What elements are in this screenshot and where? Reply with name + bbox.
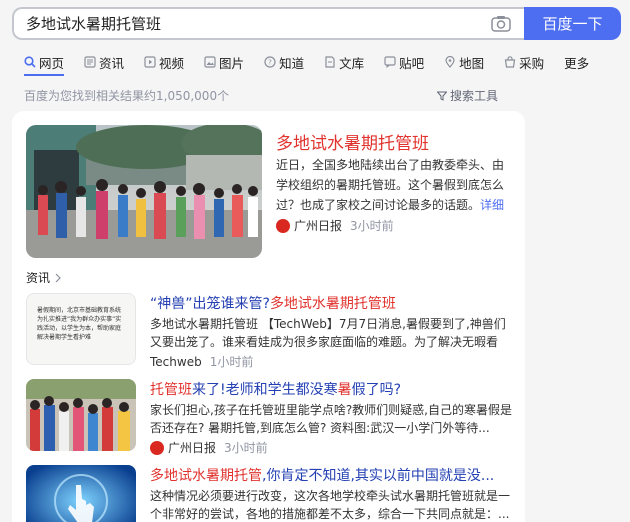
tab-wenku[interactable]: 文库 — [324, 52, 364, 72]
tab-more[interactable]: 更多 — [564, 52, 589, 72]
news-item: 托管班来了!老师和学生都没寒暑假了吗? 家长们担心,孩子在托管班里能学点啥?教师… — [26, 379, 516, 459]
title-highlight: 暑 — [337, 382, 352, 398]
question-icon: ? — [264, 56, 276, 68]
title-highlight: 多地试水暑期托管 — [150, 468, 262, 484]
result-count: 百度为您找到相关结果约1,050,000个 — [24, 89, 230, 103]
news-description: 家长们担心,孩子在托管班里能学点啥?教师们则疑惑,自己的寒暑假是否还存在? 暑期… — [150, 403, 512, 435]
tab-zhidao[interactable]: ? 知道 — [264, 52, 304, 72]
news-item: 多地试水暑期托管,你肯定不知道,其实以前中国就是没... 这种情况必须要进行改变… — [26, 465, 516, 522]
filter-icon — [437, 91, 447, 101]
tab-tieba[interactable]: 贴吧 — [384, 52, 424, 72]
source-time: 1小时前 — [209, 355, 254, 369]
section-label: 资讯 — [26, 271, 51, 285]
news-thumbnail[interactable] — [26, 379, 136, 451]
featured-desc-text: 近日，全国多地陆续出台了由教委牵头、由学校组织的暑期托管班。这个暑假到底怎么过？… — [276, 158, 505, 212]
tab-map[interactable]: 地图 — [444, 52, 484, 72]
active-tab-indicator — [24, 74, 64, 76]
source-time: 3小时前 — [350, 219, 394, 233]
search-tools-button[interactable]: 搜索工具 — [437, 87, 498, 104]
source-time: 3小时前 — [224, 441, 268, 455]
featured-source: 广州日报 3小时前 — [276, 217, 394, 234]
featured-title-link[interactable]: 多地试水暑期托管班 — [276, 129, 429, 154]
source-name[interactable]: Techweb — [150, 355, 202, 369]
forum-icon — [384, 56, 396, 68]
featured-image[interactable] — [26, 125, 262, 258]
news-icon — [84, 56, 96, 68]
title-part: 来了!老师和学生都没寒 — [192, 382, 338, 398]
street-photo-illustration — [26, 125, 262, 258]
source-name[interactable]: 广州日报 — [294, 217, 342, 234]
news-description: 这种情况必须要进行改变，这次各地学校牵头试水暑期托管班就是一个非常好的尝试，各地… — [150, 489, 511, 521]
tab-label: 知道 — [279, 55, 305, 71]
title-part: “神兽”出笼谁来管? — [150, 296, 270, 312]
search-tools-label: 搜索工具 — [450, 89, 499, 103]
tab-label: 资讯 — [99, 55, 125, 71]
news-description: 多地试水暑期托管班 【TechWeb】7月7日消息,暑假要到了,神兽们又要出笼了… — [150, 317, 506, 349]
news-thumbnail[interactable]: 暑假期间，北京市基础教育系统为扎实推进“我为群众办实事”实践活动，以学生为本，帮… — [26, 293, 136, 365]
camera-icon[interactable] — [491, 15, 511, 32]
news-section-link[interactable]: 资讯 — [26, 269, 62, 286]
search-icon — [24, 56, 36, 68]
news-results-card: 多地试水暑期托管班 近日，全国多地陆续出台了由教委牵头、由学校组织的暑期托管班。… — [12, 111, 525, 522]
tab-images[interactable]: 图片 — [204, 52, 244, 72]
title-highlight: 多地试水暑期托管班 — [269, 296, 396, 312]
tab-label: 视频 — [159, 55, 185, 71]
search-input[interactable] — [12, 7, 527, 40]
crowd-photo-illustration — [26, 379, 136, 451]
news-title-link[interactable]: “神兽”出笼谁来管?多地试水暑期托管班 — [150, 293, 396, 313]
tab-video[interactable]: 视频 — [144, 52, 184, 72]
news-source: 广州日报 3小时前 — [150, 439, 268, 456]
title-part: ,你肯定不知道,其实以前中国就是没... — [262, 468, 495, 484]
news-source: Techweb 1小时前 — [150, 353, 253, 370]
map-pin-icon — [445, 56, 455, 68]
document-icon — [325, 56, 335, 68]
svg-text:?: ? — [268, 59, 272, 67]
title-part: 假了吗? — [351, 382, 402, 398]
source-logo-icon — [276, 218, 290, 233]
tab-label: 更多 — [564, 55, 590, 71]
source-name[interactable]: 广州日报 — [168, 439, 216, 456]
news-item: 暑假期间，北京市基础教育系统为扎实推进“我为群众办实事”实践活动，以学生为本，帮… — [26, 293, 516, 373]
tab-label: 地图 — [459, 55, 485, 71]
search-tabs: 网页 资讯 视频 图片 ? 知道 文库 贴吧 地图 采购 更多 — [24, 52, 609, 72]
tab-news[interactable]: 资讯 — [84, 52, 124, 72]
tab-label: 采购 — [519, 55, 545, 71]
news-title-link[interactable]: 多地试水暑期托管,你肯定不知道,其实以前中国就是没... — [150, 465, 494, 485]
thumbnail-text: 暑假期间，北京市基础教育系统为扎实推进“我为群众办实事”实践活动，以学生为本，帮… — [37, 307, 122, 341]
chevron-right-icon — [55, 273, 61, 282]
source-logo-icon — [150, 440, 164, 455]
tab-label: 文库 — [339, 55, 365, 71]
title-highlight: 托管班 — [150, 382, 192, 398]
tab-label: 贴吧 — [399, 55, 425, 71]
search-bar: 百度一下 — [12, 7, 621, 40]
search-button[interactable]: 百度一下 — [524, 7, 621, 40]
tab-label: 图片 — [219, 55, 245, 71]
shop-icon — [504, 56, 516, 68]
tab-purchase[interactable]: 采购 — [504, 52, 544, 72]
tab-web[interactable]: 网页 — [24, 52, 64, 72]
video-icon — [144, 56, 156, 68]
news-thumbnail[interactable] — [26, 465, 136, 522]
image-icon — [204, 56, 216, 68]
tab-label: 网页 — [39, 55, 65, 71]
news-title-link[interactable]: 托管班来了!老师和学生都没寒暑假了吗? — [150, 379, 401, 399]
hand-touch-illustration — [26, 465, 136, 522]
